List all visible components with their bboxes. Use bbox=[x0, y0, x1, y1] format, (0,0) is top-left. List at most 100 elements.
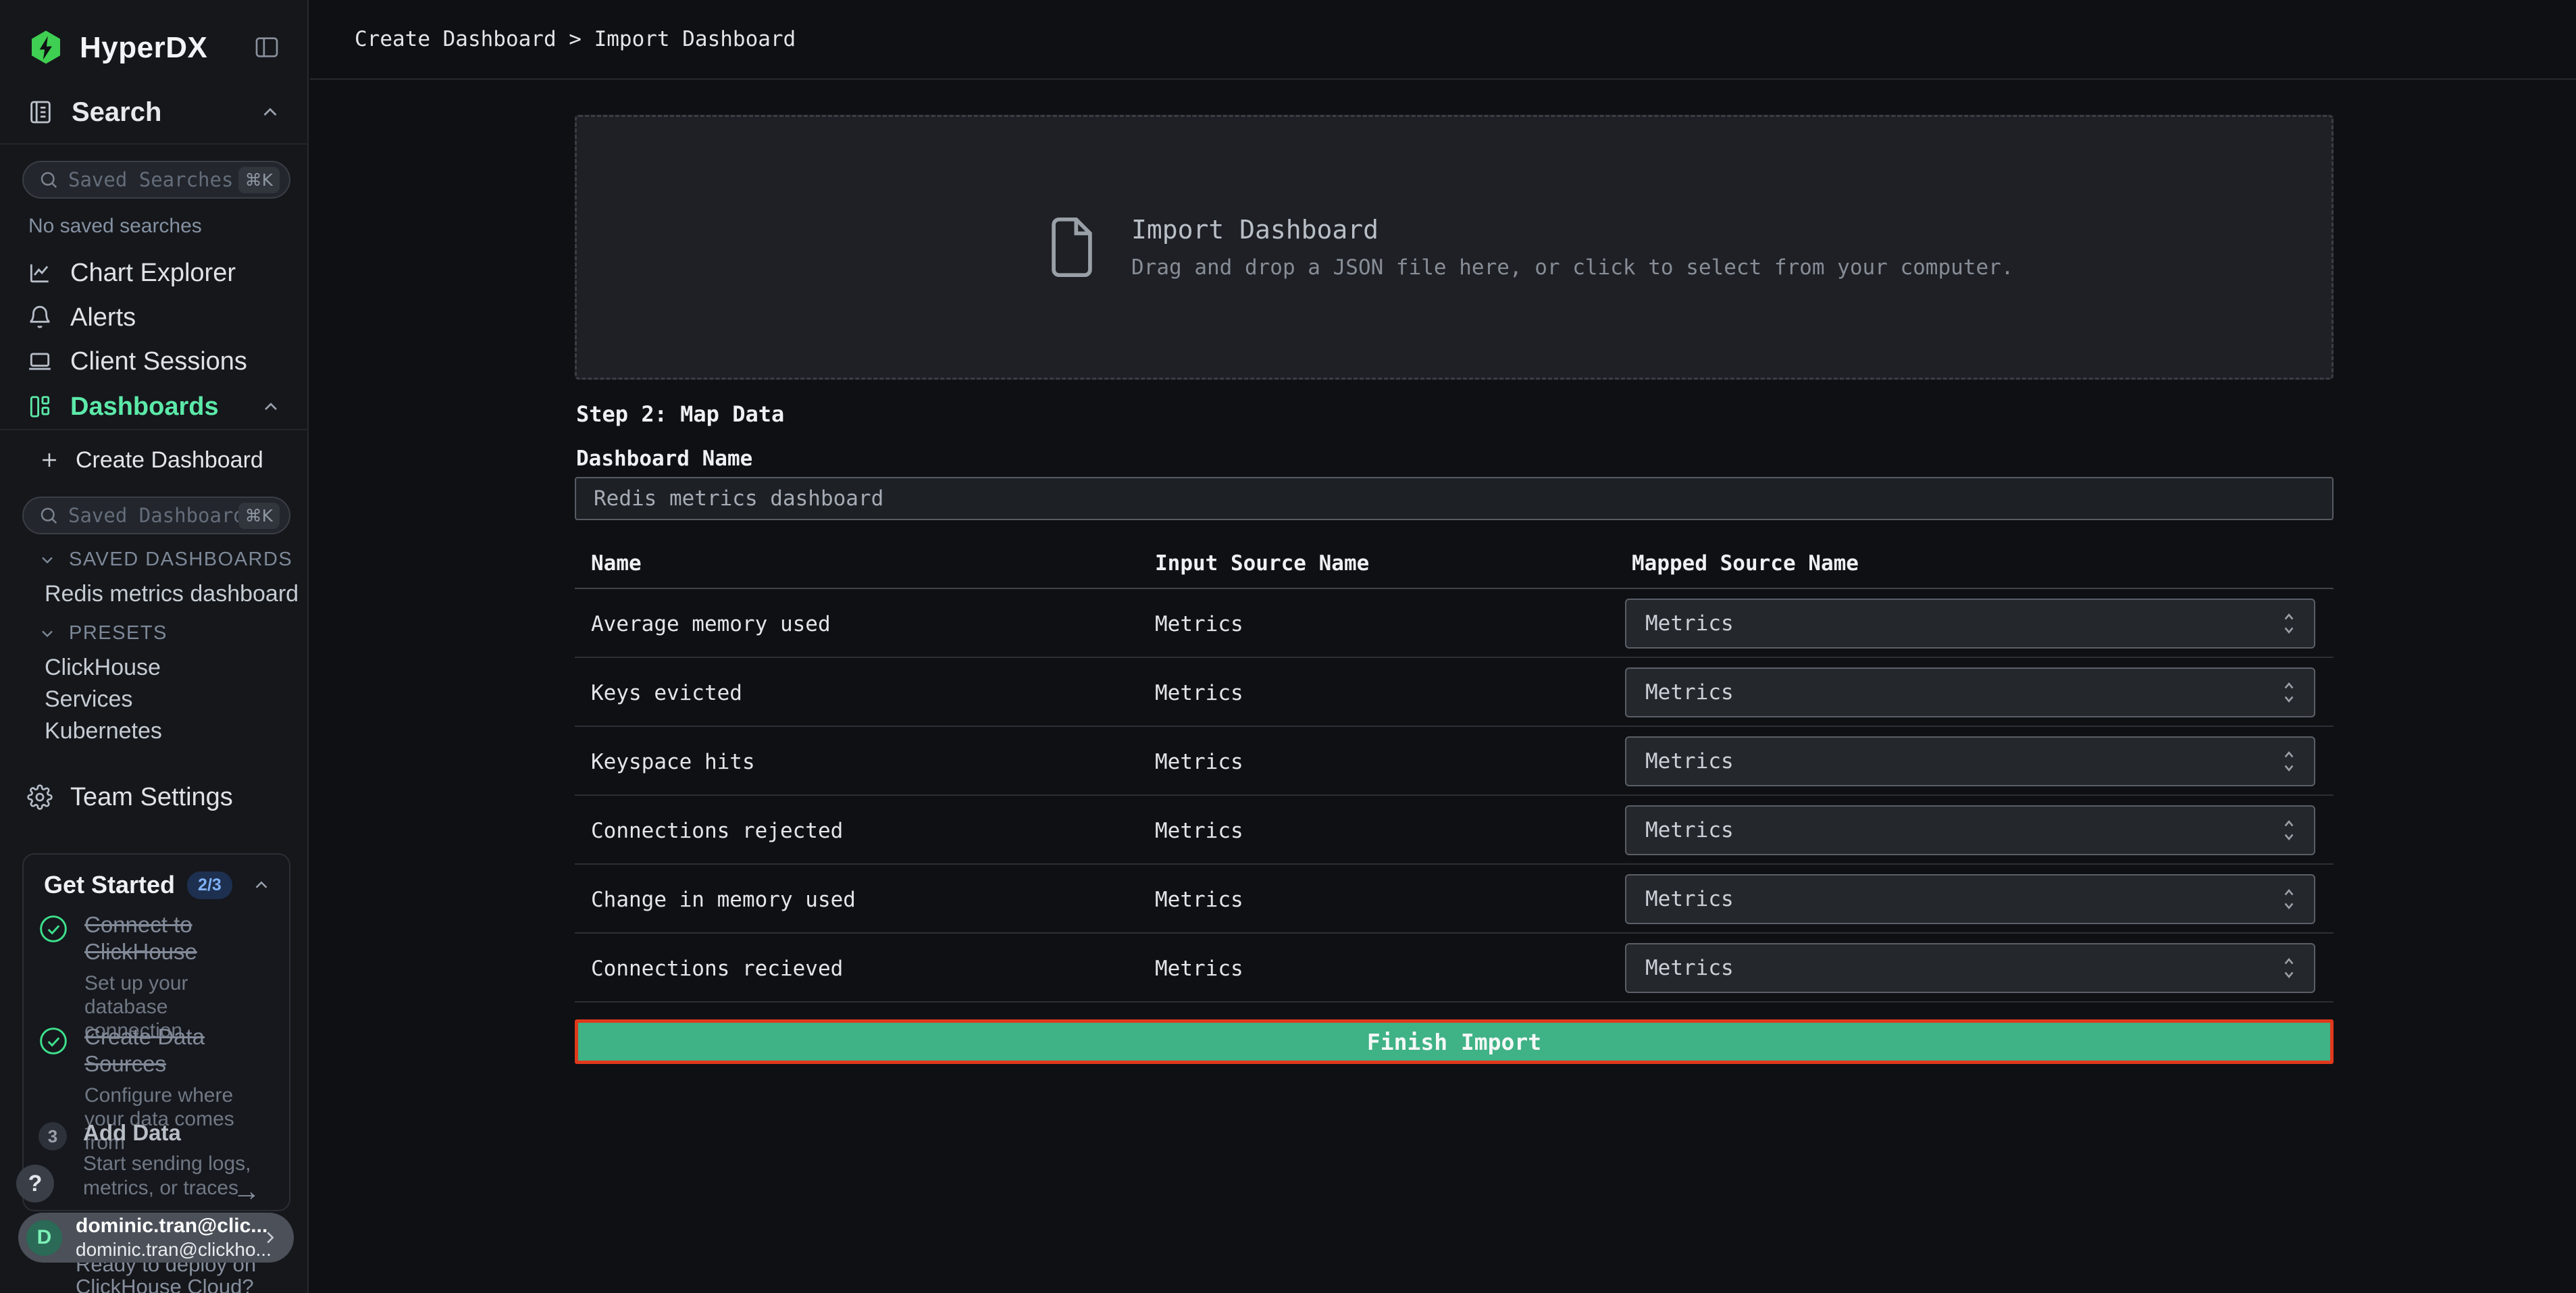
chevron-down-icon bbox=[38, 551, 57, 569]
user-email: dominic.tran@clickho... bbox=[76, 1239, 260, 1261]
sidebar-section-search[interactable]: Search bbox=[0, 91, 309, 134]
check-circle-icon bbox=[38, 914, 68, 944]
search-icon bbox=[38, 170, 59, 190]
create-dashboard-button[interactable]: Create Dashboard bbox=[0, 440, 309, 480]
shortcut-badge: ⌘K bbox=[238, 503, 280, 529]
row-input-source: Metrics bbox=[1155, 957, 1243, 981]
check-circle-icon bbox=[38, 1026, 68, 1056]
row-input-source: Metrics bbox=[1155, 819, 1243, 843]
group-header-label: PRESETS bbox=[69, 622, 168, 644]
chevron-up-icon bbox=[260, 396, 282, 417]
sidebar-item-team-settings[interactable]: Team Settings bbox=[0, 775, 309, 819]
sidebar-collapse-icon[interactable] bbox=[252, 34, 282, 61]
sidebar-item-chart-explorer[interactable]: Chart Explorer bbox=[0, 251, 309, 295]
dropzone-title: Import Dashboard bbox=[1131, 215, 2013, 245]
task-title: Create Data Sources bbox=[84, 1023, 261, 1078]
brand-header: HyperDX bbox=[27, 24, 282, 72]
row-name: Keys evicted bbox=[591, 681, 742, 705]
sidebar-divider bbox=[0, 143, 309, 145]
select-value: Metrics bbox=[1645, 887, 1734, 911]
chevron-up-icon bbox=[251, 875, 272, 895]
select-value: Metrics bbox=[1645, 956, 1734, 980]
get-started-item-add-data[interactable]: 3 Add Data Start sending logs, metrics, … bbox=[38, 1119, 278, 1200]
presets-group-header[interactable]: PRESETS bbox=[38, 622, 168, 644]
preset-link-clickhouse[interactable]: ClickHouse bbox=[45, 655, 161, 681]
arrow-right-icon: → bbox=[232, 1175, 261, 1207]
saved-searches-searchbox[interactable]: ⌘K bbox=[22, 161, 290, 199]
table-header-row: Name Input Source Name Mapped Source Nam… bbox=[575, 544, 2334, 589]
sidebar-item-label: Client Sessions bbox=[70, 347, 247, 376]
get-started-card: Get Started 2/3 Connect to ClickHouse Se… bbox=[22, 853, 290, 1211]
mapped-source-select[interactable]: Metrics bbox=[1625, 667, 2315, 717]
select-chevrons-icon bbox=[2280, 678, 2298, 707]
table-row: Connections rejected Metrics Metrics bbox=[575, 796, 2334, 865]
sidebar-item-label: Chart Explorer bbox=[70, 259, 236, 288]
select-value: Metrics bbox=[1645, 611, 1734, 636]
get-started-header[interactable]: Get Started 2/3 bbox=[44, 871, 272, 899]
search-section-label: Search bbox=[72, 97, 161, 128]
row-name: Keyspace hits bbox=[591, 750, 755, 774]
column-header-input-source: Input Source Name bbox=[1155, 551, 1369, 576]
create-dashboard-label: Create Dashboard bbox=[76, 447, 263, 474]
group-header-label: SAVED DASHBOARDS bbox=[69, 549, 292, 571]
user-account-chip[interactable]: D dominic.tran@clic... dominic.tran@clic… bbox=[18, 1213, 294, 1263]
saved-dashboards-group-header[interactable]: SAVED DASHBOARDS bbox=[38, 549, 292, 571]
preset-link-kubernetes[interactable]: Kubernetes bbox=[45, 718, 162, 744]
mapped-source-select[interactable]: Metrics bbox=[1625, 943, 2315, 993]
team-settings-label: Team Settings bbox=[70, 783, 233, 812]
saved-dashboard-link[interactable]: Redis metrics dashboard bbox=[45, 581, 299, 607]
plus-icon bbox=[38, 449, 61, 472]
search-section-icon bbox=[27, 99, 54, 126]
chevron-down-icon bbox=[38, 624, 57, 643]
task-title: Add Data bbox=[83, 1119, 260, 1146]
shortcut-badge: ⌘K bbox=[238, 167, 280, 193]
sidebar-item-dashboards[interactable]: Dashboards bbox=[0, 384, 309, 429]
mapped-source-select[interactable]: Metrics bbox=[1625, 805, 2315, 855]
help-button[interactable]: ? bbox=[16, 1165, 54, 1202]
select-chevrons-icon bbox=[2280, 953, 2298, 983]
select-chevrons-icon bbox=[2280, 746, 2298, 776]
laptop-icon bbox=[27, 349, 53, 374]
sidebar-item-alerts[interactable]: Alerts bbox=[0, 295, 309, 340]
column-header-name: Name bbox=[591, 551, 642, 576]
app-window: HyperDX Search ⌘K No saved searches bbox=[0, 0, 2576, 1293]
saved-dashboards-input[interactable] bbox=[68, 504, 238, 527]
saved-searches-input[interactable] bbox=[68, 168, 238, 191]
saved-dashboards-searchbox[interactable]: ⌘K bbox=[22, 497, 290, 534]
chevron-right-icon bbox=[260, 1227, 280, 1248]
topbar: Create Dashboard > Import Dashboard bbox=[310, 0, 2576, 80]
finish-import-label: Finish Import bbox=[1367, 1029, 1541, 1055]
preset-link-services[interactable]: Services bbox=[45, 686, 132, 713]
dashboard-name-input[interactable] bbox=[575, 477, 2334, 520]
breadcrumb: Create Dashboard > Import Dashboard bbox=[355, 27, 796, 51]
dropzone-subtitle: Drag and drop a JSON file here, or click… bbox=[1131, 255, 2013, 280]
mapped-source-select[interactable]: Metrics bbox=[1625, 736, 2315, 786]
table-row: Connections recieved Metrics Metrics bbox=[575, 934, 2334, 1003]
task-title: Connect to ClickHouse bbox=[84, 911, 261, 966]
table-row: Keys evicted Metrics Metrics bbox=[575, 658, 2334, 727]
column-header-mapped-source: Mapped Source Name bbox=[1632, 551, 1859, 576]
mapped-source-select[interactable]: Metrics bbox=[1625, 874, 2315, 924]
bell-icon bbox=[27, 305, 53, 330]
row-input-source: Metrics bbox=[1155, 681, 1243, 705]
select-value: Metrics bbox=[1645, 818, 1734, 842]
select-value: Metrics bbox=[1645, 749, 1734, 774]
import-dropzone[interactable]: Import Dashboard Drag and drop a JSON fi… bbox=[575, 115, 2334, 380]
select-value: Metrics bbox=[1645, 680, 1734, 705]
user-name: dominic.tran@clic... bbox=[76, 1215, 260, 1238]
get-started-title: Get Started bbox=[44, 871, 175, 899]
chevron-up-icon bbox=[259, 101, 282, 124]
step-heading: Step 2: Map Data bbox=[576, 401, 784, 427]
mapped-source-select[interactable]: Metrics bbox=[1625, 599, 2315, 649]
sidebar-item-client-sessions[interactable]: Client Sessions bbox=[0, 339, 309, 384]
brand-name: HyperDX bbox=[80, 31, 207, 65]
sidebar-divider bbox=[0, 429, 309, 430]
select-chevrons-icon bbox=[2280, 815, 2298, 845]
table-row: Change in memory used Metrics Metrics bbox=[575, 865, 2334, 934]
row-name: Connections rejected bbox=[591, 819, 843, 843]
avatar: D bbox=[26, 1220, 62, 1256]
finish-import-button[interactable]: Finish Import bbox=[575, 1019, 2334, 1064]
progress-badge: 2/3 bbox=[187, 871, 232, 899]
sidebar-item-label: Alerts bbox=[70, 303, 136, 332]
row-name: Change in memory used bbox=[591, 888, 856, 912]
